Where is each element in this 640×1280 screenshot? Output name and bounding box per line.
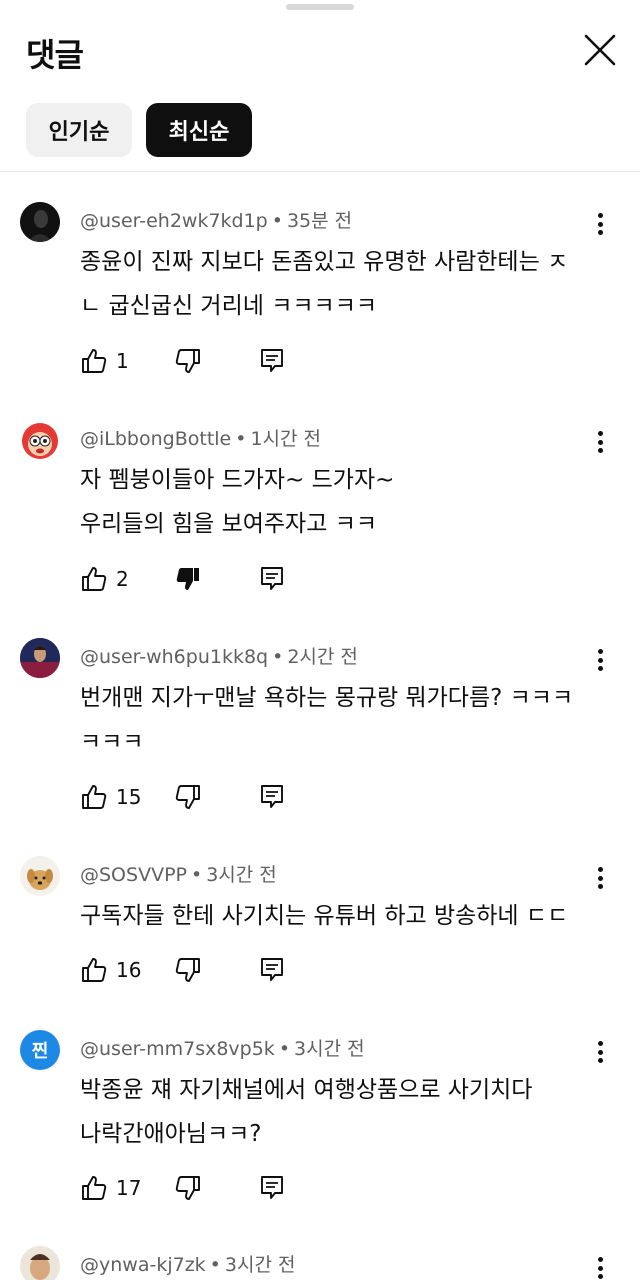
more-dot-icon [597,1257,603,1262]
more-dot-icon [597,431,603,436]
like-count: 17 [116,1176,142,1200]
thumbs-down-icon [175,785,200,809]
avatar[interactable] [20,202,60,242]
avatar[interactable] [20,856,60,896]
reply-button[interactable] [258,564,286,594]
panel-title: 댓글 [26,36,84,74]
author-name[interactable]: @user-wh6pu1kk8q [80,646,268,668]
avatar[interactable] [20,638,60,678]
more-options-button[interactable] [588,864,612,892]
more-dot-icon [597,213,603,218]
author-name[interactable]: @user-mm7sx8vp5k [80,1038,275,1060]
more-options-button[interactable] [588,1038,612,1066]
reply-icon [261,958,283,981]
comment-text: 구독자들 한테 사기치는 유튜버 하고 방송하네 ㄷㄷ [80,903,569,929]
author-name[interactable]: @ynwa-kj7zk [80,1254,206,1276]
comment-actions: 1 [80,346,320,376]
dislike-button[interactable] [174,346,202,376]
like-count: 15 [116,785,142,809]
more-options-button[interactable] [588,1254,612,1280]
comment-meta: @user-eh2wk7kd1p • 35분 전 [80,210,353,232]
thumbs-up-icon [82,1176,107,1200]
reply-button[interactable] [258,955,286,985]
comment-time: 3시간 전 [206,864,277,886]
comment-time: 1시간 전 [250,428,322,450]
avatar-image [20,856,60,896]
dislike-button[interactable] [174,782,202,812]
thumbs-up-icon [82,785,107,809]
avatar-image [20,202,60,242]
dislike-button[interactable] [174,955,202,985]
comment-meta: @user-wh6pu1kk8q • 2시간 전 [80,646,358,668]
comment-text: 자 펨붕이들아 드가자~ 드가자~ 우리들의 힘을 보여주자고 ㅋㅋ [80,467,395,537]
like-count: 16 [116,958,142,982]
reply-icon [261,567,283,590]
more-options-button[interactable] [588,646,612,674]
avatar-image [22,423,58,459]
more-dot-icon [597,867,603,872]
like-count: 1 [116,349,129,373]
reply-button[interactable] [258,1173,286,1203]
author-name[interactable]: @SOSVVPP [80,864,187,886]
reply-icon [261,349,283,372]
thumbs-down-filled-icon [176,568,199,590]
thumbs-down-icon [175,958,200,982]
reply-button[interactable] [258,346,286,376]
comment-time: 2시간 전 [287,646,358,668]
more-options-button[interactable] [588,428,612,456]
thumbs-up-icon [82,349,107,373]
like-count: 2 [116,567,129,591]
author-name[interactable]: @user-eh2wk7kd1p [80,210,268,232]
avatar[interactable] [20,1246,60,1280]
comments-header: 댓글 [0,0,640,100]
thumbs-up-icon [82,958,107,982]
avatar[interactable]: 찐 [20,1030,60,1070]
author-name[interactable]: @iLbbongBottle [80,428,231,450]
like-button[interactable]: 1 [80,346,146,376]
comment-actions: 17 [80,1173,320,1203]
more-dot-icon [597,1041,603,1046]
comment-actions: 15 [80,782,320,812]
avatar-image [20,1246,60,1280]
like-button[interactable]: 16 [80,955,146,985]
sort-chip-newest[interactable]: 최신순 [146,103,252,157]
close-button[interactable] [580,30,620,70]
comment-time: 3시간 전 [224,1254,296,1276]
dislike-button[interactable] [174,564,202,594]
avatar[interactable] [20,420,60,460]
sort-chips: 인기순 최신순 [26,103,252,157]
comment-time: 3시간 전 [294,1038,365,1060]
reply-icon [261,785,283,808]
reply-button[interactable] [258,782,286,812]
like-button[interactable]: 17 [80,1173,146,1203]
avatar-image [20,638,60,678]
comment-time: 35분 전 [286,210,353,232]
thumbs-down-icon [175,349,200,373]
divider [0,171,640,172]
comment-meta: @SOSVVPP • 3시간 전 [80,864,277,886]
avatar-letter: 찐 [31,1041,49,1062]
reply-icon [261,1176,283,1199]
comment-actions: 2 [80,564,320,594]
like-button[interactable]: 2 [80,564,146,594]
sort-chip-popular[interactable]: 인기순 [26,103,132,157]
thumbs-up-icon [82,567,107,591]
comment-meta: @user-mm7sx8vp5k • 3시간 전 [80,1038,365,1060]
comment-text: 종윤이 진짜 지보다 돈좀있고 유명한 사람한테는 ㅈ ㄴ 굽신굽신 거리네 ㅋ… [80,249,569,319]
close-icon [584,34,616,66]
comment-meta: @iLbbongBottle • 1시간 전 [80,428,322,450]
comment-actions: 16 [80,955,320,985]
like-button[interactable]: 15 [80,782,146,812]
more-options-button[interactable] [588,210,612,238]
comment-meta: @ynwa-kj7zk • 3시간 전 [80,1254,296,1276]
comment-text: 번개맨 지가ㅜ맨날 욕하는 몽규랑 뭐가다름? ㅋㅋㅋ ㅋㅋㅋ [80,685,574,755]
thumbs-down-icon [175,1176,200,1200]
comment-text: 박종윤 쟤 자기채널에서 여행상품으로 사기치다 나락간애아님ㅋㅋ? [80,1077,533,1147]
more-dot-icon [597,649,603,654]
dislike-button[interactable] [174,1173,202,1203]
